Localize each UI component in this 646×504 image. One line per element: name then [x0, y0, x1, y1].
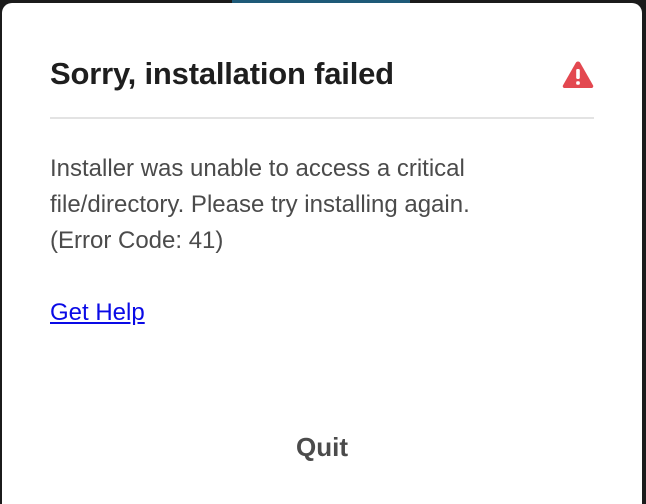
alert-triangle-icon [562, 61, 594, 88]
dialog-title: Sorry, installation failed [50, 56, 394, 91]
error-message-line: Installer was unable to access a critica… [50, 155, 465, 182]
error-message: Installer was unable to access a critica… [50, 151, 570, 259]
get-help-link[interactable]: Get Help [50, 295, 145, 331]
error-code-line: (Error Code: 41) [50, 227, 224, 254]
error-message-line: file/directory. Please try installing ag… [50, 191, 470, 218]
title-divider [50, 117, 594, 119]
installation-failed-dialog: Sorry, installation failed Installer was… [2, 3, 642, 504]
quit-button[interactable]: Quit [242, 423, 402, 471]
